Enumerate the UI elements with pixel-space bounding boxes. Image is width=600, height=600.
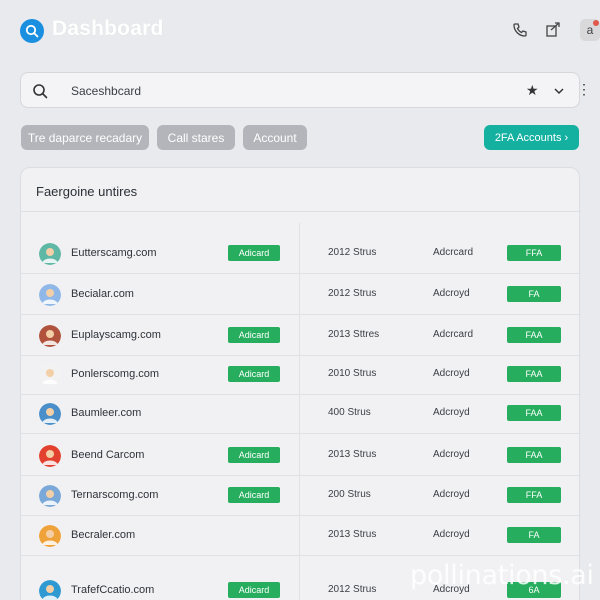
row-account-type: Adcroyd (433, 288, 470, 299)
table-row[interactable]: Eutterscamg.com Adicard 2012 Strus Adcrcard… (21, 234, 581, 274)
table-row[interactable]: Ponlerscomg.com Adicard 2010 Strus Adcroyd F… (21, 355, 581, 395)
row-account-type: Adcrcard (433, 247, 474, 258)
export-icon[interactable] (543, 20, 563, 40)
row-status-text: 2012 Strus (328, 584, 377, 595)
panel-divider (21, 211, 581, 212)
filter-chip-recadary[interactable]: Tre daparce recadary (21, 125, 149, 150)
row-divider (21, 314, 581, 315)
row-account-type: Adcroyd (433, 449, 470, 460)
row-account-type: Adcroyd (433, 489, 470, 500)
avatar (39, 364, 61, 386)
row-account-type: Adcroyd (433, 529, 470, 540)
status-badge: Adicard (228, 327, 280, 343)
row-status-text: 2013 Sttres (328, 329, 380, 340)
row-domain[interactable]: Ponlerscomg.com (71, 368, 159, 380)
filter-chip-call-stares[interactable]: Call stares (157, 125, 235, 150)
row-divider (21, 555, 581, 556)
status-badge: Adicard (228, 447, 280, 463)
avatar (39, 284, 61, 306)
phone-icon[interactable] (510, 20, 530, 40)
row-status-text: 2013 Strus (328, 449, 377, 460)
panel-title: Faergoine untires (36, 184, 138, 199)
table-row[interactable]: Ternarscomg.com Adicard 200 Strus Adcroyd FF… (21, 476, 581, 516)
notification-dot (593, 20, 599, 26)
avatar (39, 403, 61, 425)
profile-label: a (586, 23, 594, 37)
filter-chip-account[interactable]: Account (243, 125, 307, 150)
table-row[interactable]: Becialar.com 2012 Strus Adcroyd FA (21, 275, 581, 315)
star-icon[interactable]: ★ (526, 82, 539, 99)
avatar (39, 485, 61, 507)
row-domain[interactable]: Eutterscamg.com (71, 247, 157, 259)
status-badge: Adicard (228, 366, 280, 382)
status-badge: Adicard (228, 487, 280, 503)
row-domain[interactable]: Euplayscamg.com (71, 329, 161, 341)
chevron-down-icon[interactable] (553, 84, 565, 96)
avatar (39, 580, 61, 600)
row-divider (21, 433, 581, 434)
row-domain[interactable]: Ternarscomg.com (71, 489, 158, 501)
2fa-badge[interactable]: FAA (507, 405, 561, 421)
row-status-text: 2012 Strus (328, 288, 377, 299)
status-badge: Adicard (228, 245, 280, 261)
profile-icon[interactable]: a (580, 19, 600, 41)
search-icon[interactable] (20, 19, 44, 43)
row-domain[interactable]: Baumleer.com (71, 407, 141, 419)
row-domain[interactable]: Becraler.com (71, 529, 135, 541)
row-status-text: 2010 Strus (328, 368, 377, 379)
row-status-text: 2013 Strus (328, 529, 377, 540)
2fa-accounts-button[interactable]: 2FA Accounts › (484, 125, 579, 150)
row-domain[interactable]: Becialar.com (71, 288, 134, 300)
2fa-badge[interactable]: FFA (507, 487, 561, 503)
table-row[interactable]: Baumleer.com 400 Strus Adcroyd FAA (21, 394, 581, 434)
row-status-text: 200 Strus (328, 489, 371, 500)
more-options-icon[interactable]: ⋮ (577, 82, 591, 96)
2fa-badge[interactable]: FAA (507, 447, 561, 463)
app-header: Dashboard a (0, 0, 600, 62)
row-status-text: 2012 Strus (328, 247, 377, 258)
table-row[interactable]: Euplayscamg.com Adicard 2013 Sttres Adcrcar… (21, 316, 581, 356)
2fa-badge[interactable]: FAA (507, 366, 561, 382)
row-domain[interactable]: TrafefCcatio.com (71, 584, 154, 596)
row-account-type: Adcroyd (433, 407, 470, 418)
table-row[interactable]: Beend Carcom Adicard 2013 Strus Adcroyd FAA (21, 436, 581, 476)
row-domain[interactable]: Beend Carcom (71, 449, 144, 461)
row-divider (21, 273, 581, 274)
2fa-badge[interactable]: FFA (507, 245, 561, 261)
search-bar[interactable]: Saceshbcard ★ ⋮ (20, 72, 591, 108)
avatar (39, 325, 61, 347)
avatar (39, 525, 61, 547)
search-input[interactable]: Saceshbcard (71, 84, 141, 98)
avatar (39, 243, 61, 265)
2fa-badge[interactable]: FAA (507, 327, 561, 343)
2fa-badge[interactable]: FA (507, 286, 561, 302)
row-status-text: 400 Strus (328, 407, 371, 418)
search-icon (32, 83, 48, 99)
accounts-panel: Faergoine untires Eutterscamg.com Adicard… (20, 167, 581, 600)
2fa-badge[interactable]: FA (507, 527, 561, 543)
table-row[interactable]: Becraler.com 2013 Strus Adcroyd FA (21, 516, 581, 556)
watermark: pollinations.ai (410, 560, 594, 591)
row-account-type: Adcroyd (433, 368, 470, 379)
avatar (39, 445, 61, 467)
app-title: Dashboard (52, 17, 164, 40)
status-badge: Adicard (228, 582, 280, 598)
row-account-type: Adcrcard (433, 329, 474, 340)
